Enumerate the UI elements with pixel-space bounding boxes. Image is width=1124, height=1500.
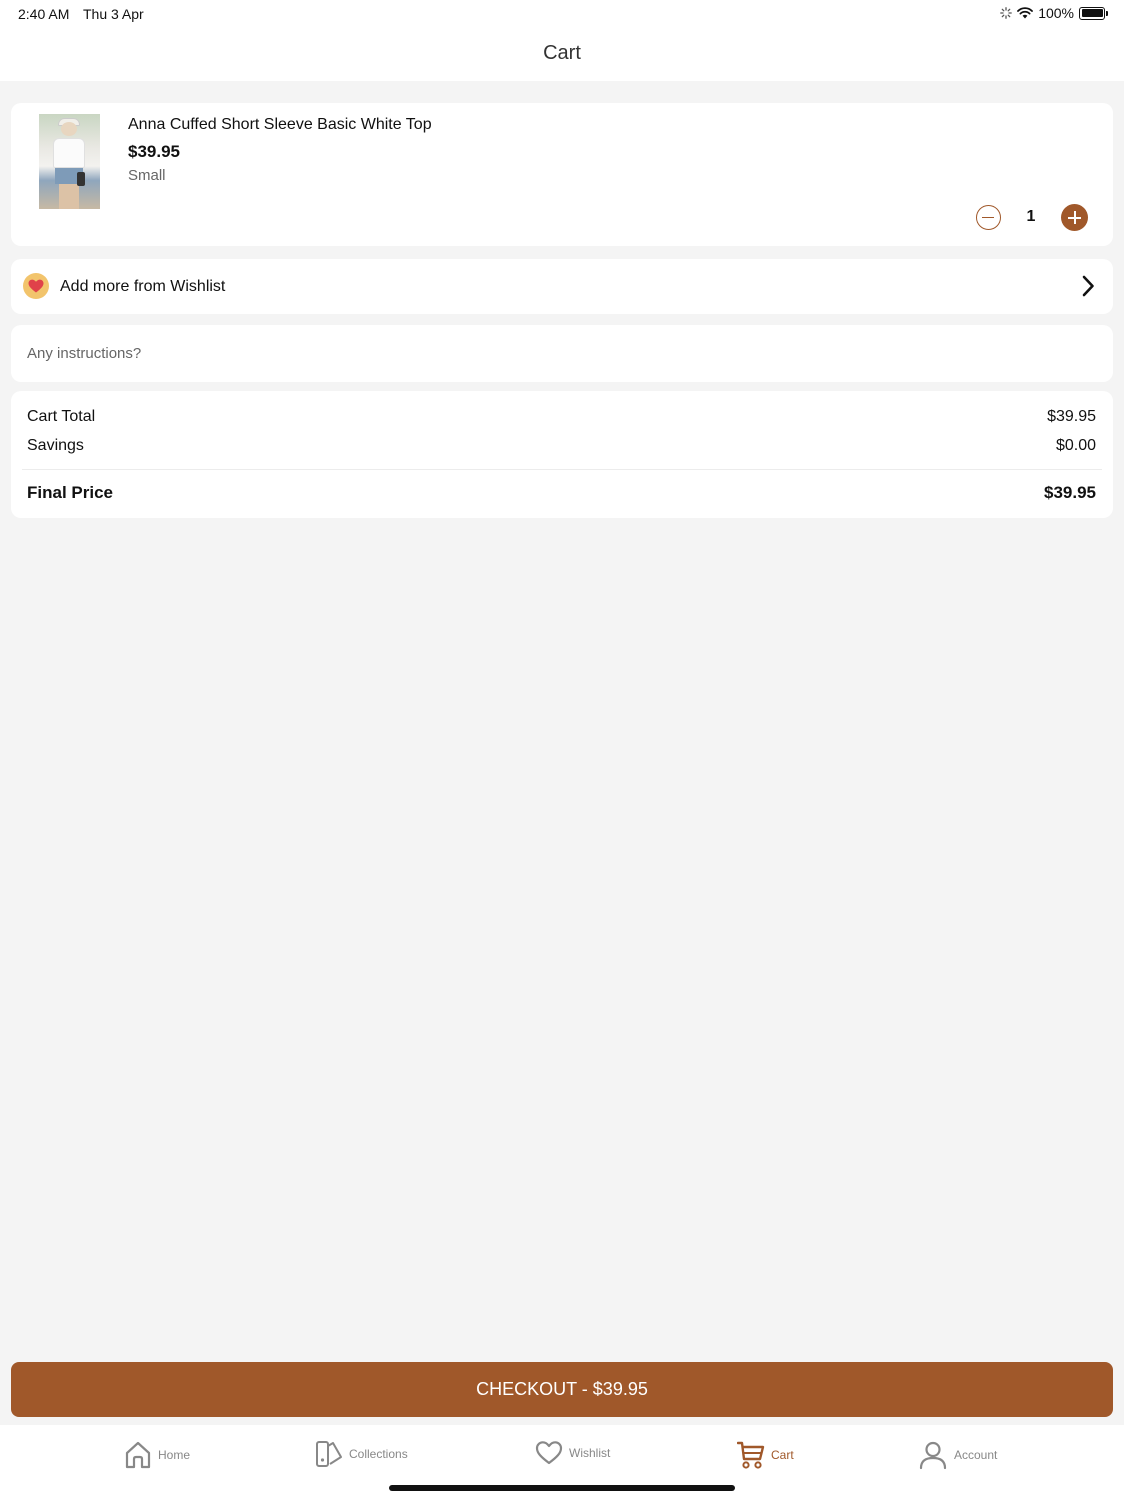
cart-icon	[737, 1441, 765, 1469]
page-title: Cart	[543, 42, 581, 64]
checkout-button[interactable]: CHECKOUT - $39.95	[11, 1362, 1113, 1417]
tab-home-label: Home	[158, 1448, 191, 1462]
instructions-card	[11, 325, 1113, 382]
collections-icon	[316, 1441, 342, 1467]
quantity-value: 1	[1026, 208, 1036, 225]
tab-cart[interactable]: Cart	[737, 1440, 794, 1470]
increase-quantity-button[interactable]	[1061, 204, 1088, 231]
savings-label: Savings	[27, 437, 84, 454]
battery-percent: 100%	[1038, 5, 1074, 21]
product-name[interactable]: Anna Cuffed Short Sleeve Basic White Top	[128, 116, 432, 134]
heart-icon	[28, 279, 44, 293]
price-summary-card: Cart Total $39.95 Savings $0.00 Final Pr…	[11, 391, 1113, 518]
final-price-label: Final Price	[27, 483, 113, 502]
navigation-bar: Cart	[0, 26, 1124, 81]
wifi-icon	[1017, 7, 1034, 19]
add-from-wishlist-row[interactable]: Add more from Wishlist	[11, 259, 1113, 314]
final-price-value: $39.95	[1044, 483, 1096, 502]
tab-wishlist-label: Wishlist	[569, 1446, 611, 1460]
chevron-right-icon[interactable]	[1081, 275, 1095, 297]
home-indicator	[389, 1485, 735, 1491]
status-time: 2:40 AM	[18, 6, 70, 22]
cart-total-label: Cart Total	[27, 408, 96, 425]
home-icon	[125, 1441, 151, 1469]
wishlist-badge	[23, 273, 49, 299]
tab-collections-label: Collections	[349, 1447, 408, 1461]
product-variant: Small	[128, 167, 166, 184]
tab-account[interactable]: Account	[918, 1440, 997, 1470]
tab-cart-label: Cart	[771, 1448, 794, 1462]
tab-home[interactable]: Home	[124, 1440, 190, 1470]
loading-spinner-icon	[1000, 7, 1013, 19]
tab-wishlist[interactable]: Wishlist	[535, 1440, 610, 1466]
product-price: $39.95	[128, 142, 180, 161]
instructions-input[interactable]	[11, 325, 1113, 382]
battery-icon	[1079, 6, 1108, 20]
product-image[interactable]	[39, 114, 100, 209]
tab-account-label: Account	[954, 1448, 998, 1462]
summary-divider	[22, 469, 1102, 470]
heart-icon	[535, 1441, 563, 1465]
wishlist-label: Add more from Wishlist	[60, 278, 226, 295]
cart-item-card: Anna Cuffed Short Sleeve Basic White Top…	[11, 103, 1113, 246]
user-icon	[919, 1441, 947, 1470]
status-bar: 2:40 AM Thu 3 Apr 100%	[0, 0, 1124, 26]
decrease-quantity-button[interactable]	[976, 205, 1001, 230]
tab-collections[interactable]: Collections	[315, 1440, 408, 1468]
status-date: Thu 3 Apr	[83, 6, 144, 22]
savings-value: $0.00	[1055, 437, 1096, 454]
cart-total-value: $39.95	[1047, 408, 1096, 425]
status-indicators: 100%	[1000, 5, 1108, 21]
